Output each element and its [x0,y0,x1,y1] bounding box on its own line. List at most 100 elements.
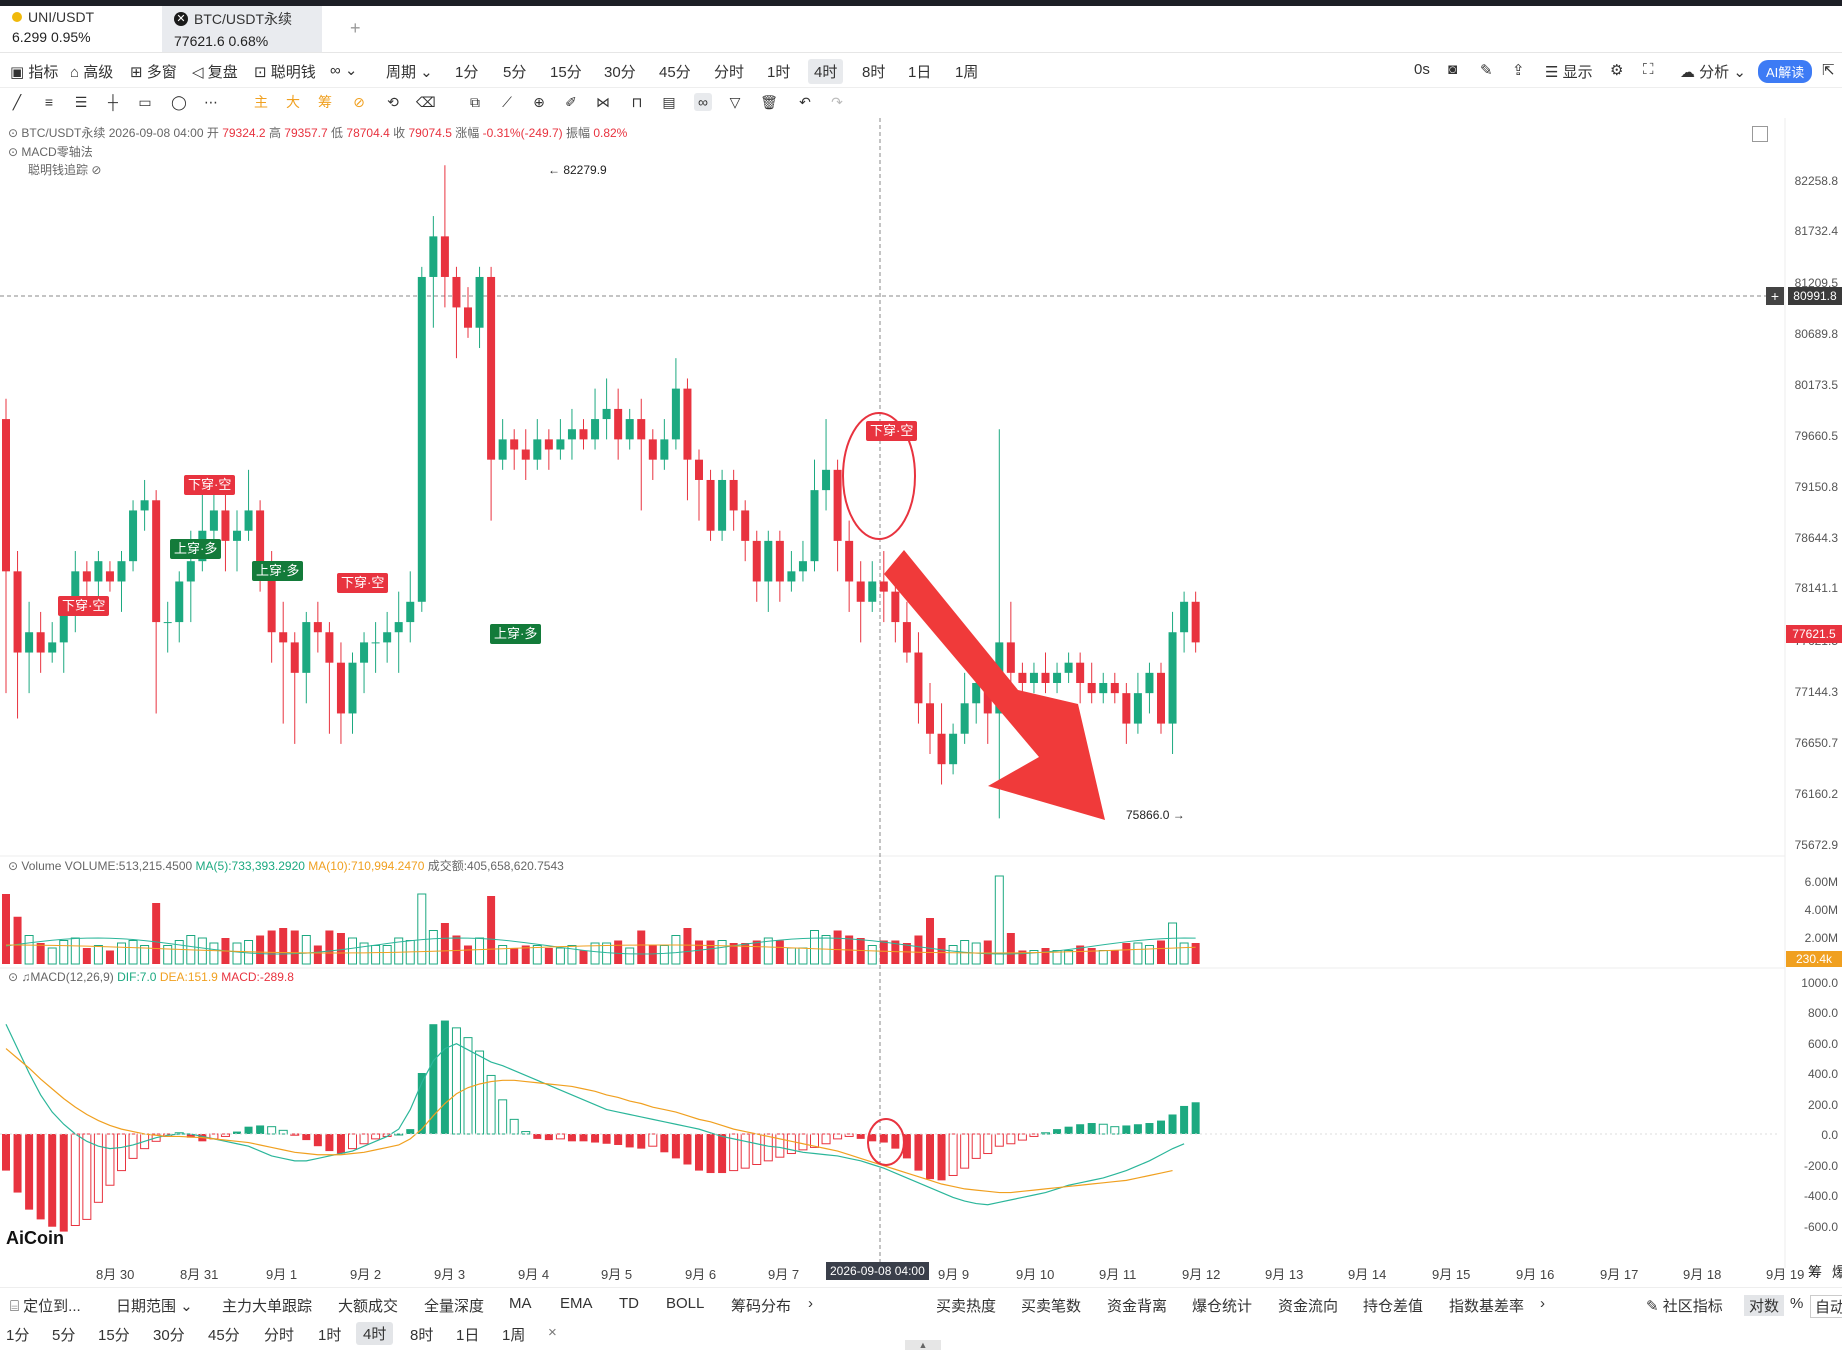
macd-histogram-bar [1191,1102,1200,1134]
period-1w[interactable]: 1周 [955,61,978,82]
sync-icon[interactable]: ⟲ [384,93,402,111]
percent-scale-toggle[interactable]: % [1790,1295,1803,1312]
template-icon[interactable]: ▤ [660,93,678,111]
undo-icon[interactable]: ↶ [796,93,814,111]
macd-histogram-bar [325,1134,334,1152]
lock-icon[interactable]: ⊓ [628,93,646,111]
bottom-period-30m[interactable]: 30分 [153,1324,185,1345]
line-tool-icon[interactable]: ╱ [8,93,26,111]
eraser-icon[interactable]: ⌫ [416,93,436,111]
period-15m[interactable]: 15分 [550,61,582,82]
ruler-icon[interactable]: ⟋ [498,93,516,111]
liquidation-stats[interactable]: 爆仓统计 [1192,1295,1252,1316]
log-scale-toggle[interactable]: 对数 [1744,1295,1785,1316]
analysis-dropdown[interactable]: ☁ 分析 ⌄ [1680,61,1746,82]
ma-indicator[interactable]: MA [509,1295,532,1312]
link-icon[interactable]: ∞ [694,93,712,111]
chip-icon[interactable]: 筹 [316,93,334,111]
period-1h[interactable]: 1时 [767,61,790,82]
big-icon[interactable]: 大 [284,93,302,111]
collapse-handle-icon[interactable]: ▲ [905,1340,941,1350]
bottom-period-45m[interactable]: 45分 [208,1324,240,1345]
refresh-rate[interactable]: 0s [1414,61,1430,78]
crosshair-add-icon[interactable]: + [1766,287,1784,305]
magnet-icon[interactable]: ⋈ [594,93,612,111]
boll-indicator[interactable]: BOLL [666,1295,704,1312]
axis-extra-chip[interactable]: 筹 [1808,1262,1822,1282]
bottom-period-1w[interactable]: 1周 [502,1324,525,1345]
parallel-tool-icon[interactable]: ≡ [40,93,58,111]
channel-tool-icon[interactable]: ☰ [72,93,90,111]
community-indicator[interactable]: ✎ 社区指标 [1646,1295,1723,1316]
period-timeshare[interactable]: 分时 [714,61,744,82]
brush-icon[interactable]: ✐ [562,93,580,111]
index-basis-rate[interactable]: 指数基差率 [1449,1295,1524,1316]
close-period-bar-icon[interactable]: × [548,1324,557,1341]
hline-tool-icon[interactable]: ┼ [104,93,122,111]
rect-tool-icon[interactable]: ▭ [136,93,154,111]
period-1m[interactable]: 1分 [455,61,478,82]
chip-distribution[interactable]: 筹码分布 [731,1295,791,1316]
tab-btc-usdt[interactable]: ✕ BTC/USDT永续 77621.6 0.68% [162,6,322,52]
fullscreen-icon[interactable]: ⛶ [1643,61,1654,78]
position-diff[interactable]: 持仓差值 [1363,1295,1423,1316]
settings-icon[interactable]: ⚙ [1610,61,1623,79]
period-45m[interactable]: 45分 [659,61,691,82]
redo-icon[interactable]: ↷ [828,93,846,111]
scroll-right-icon[interactable]: › [808,1295,813,1312]
camera-icon[interactable]: ◙ [1448,61,1457,78]
candle-body [521,449,530,460]
close-icon[interactable]: ✕ [174,12,188,26]
tab-uni-usdt[interactable]: UNI/USDT 6.299 0.95% [0,6,160,52]
bottom-period-1m[interactable]: 1分 [6,1324,29,1345]
main-icon[interactable]: 主 [252,93,270,111]
pen-icon[interactable]: ✎ [1480,61,1493,79]
bottom-period-15m[interactable]: 15分 [98,1324,130,1345]
copy-icon[interactable]: ⧉ [466,93,484,111]
axis-extra-liq[interactable]: 爆 [1832,1262,1842,1282]
signal-icon[interactable]: ⊘ [350,93,368,111]
locate-button[interactable]: ⌸ 定位到... [10,1295,81,1316]
trash-icon[interactable]: 🗑 [760,93,778,111]
bottom-period-5m[interactable]: 5分 [52,1324,75,1345]
share-icon[interactable]: ⇪ [1512,61,1525,79]
fund-divergence[interactable]: 资金背离 [1107,1295,1167,1316]
bottom-period-timeshare[interactable]: 分时 [264,1324,294,1345]
macd-histogram-bar [1110,1126,1120,1135]
more-tools-icon[interactable]: ⋯ [202,93,220,111]
advanced-button[interactable]: ⌂ 高级 [70,61,113,82]
period-5m[interactable]: 5分 [503,61,526,82]
td-indicator[interactable]: TD [619,1295,639,1312]
price-tick-label: 75672.9 [1794,838,1838,852]
bottom-period-8h[interactable]: 8时 [410,1324,433,1345]
bottom-period-1d[interactable]: 1日 [456,1324,479,1345]
chart-canvas[interactable] [0,118,1842,1268]
trade-heat[interactable]: 买卖热度 [936,1295,996,1316]
period-30m[interactable]: 30分 [604,61,636,82]
filter-icon[interactable]: ▽ [726,93,744,111]
add-tab-icon[interactable]: + [350,18,361,39]
display-button[interactable]: ☰ 显示 [1545,61,1593,82]
smart-money-button[interactable]: ⊡ 聪明钱 [254,61,316,82]
large-trades[interactable]: 大额成交 [338,1295,398,1316]
fund-flow[interactable]: 资金流向 [1278,1295,1338,1316]
period-dropdown[interactable]: 周期 ⌄ [386,61,433,82]
bottom-period-1h[interactable]: 1时 [318,1324,341,1345]
big-order-tracking[interactable]: 主力大单跟踪 [222,1295,312,1316]
bottom-period-4h[interactable]: 4时 [356,1322,394,1345]
multi-window-button[interactable]: ⊞ 多窗 [130,61,177,82]
period-8h[interactable]: 8时 [862,61,885,82]
indicator-button[interactable]: ▣ 指标 [10,61,58,82]
date-range-dropdown[interactable]: 日期范围 ⌄ [116,1295,193,1316]
replay-button[interactable]: ◁ 复盘 [192,61,238,82]
chart-type-dropdown[interactable]: ∞ ⌄ [330,61,357,79]
trade-count[interactable]: 买卖笔数 [1021,1295,1081,1316]
zoom-icon[interactable]: ⊕ [530,93,548,111]
ellipse-tool-icon[interactable]: ◯ [170,93,188,111]
ema-indicator[interactable]: EMA [560,1295,593,1312]
auto-scale-toggle[interactable]: 自动 [1810,1295,1842,1318]
period-4h[interactable]: 4时 [808,59,844,84]
scroll-right-icon[interactable]: › [1540,1295,1545,1312]
period-1d[interactable]: 1日 [908,61,931,82]
full-depth[interactable]: 全量深度 [424,1295,484,1316]
